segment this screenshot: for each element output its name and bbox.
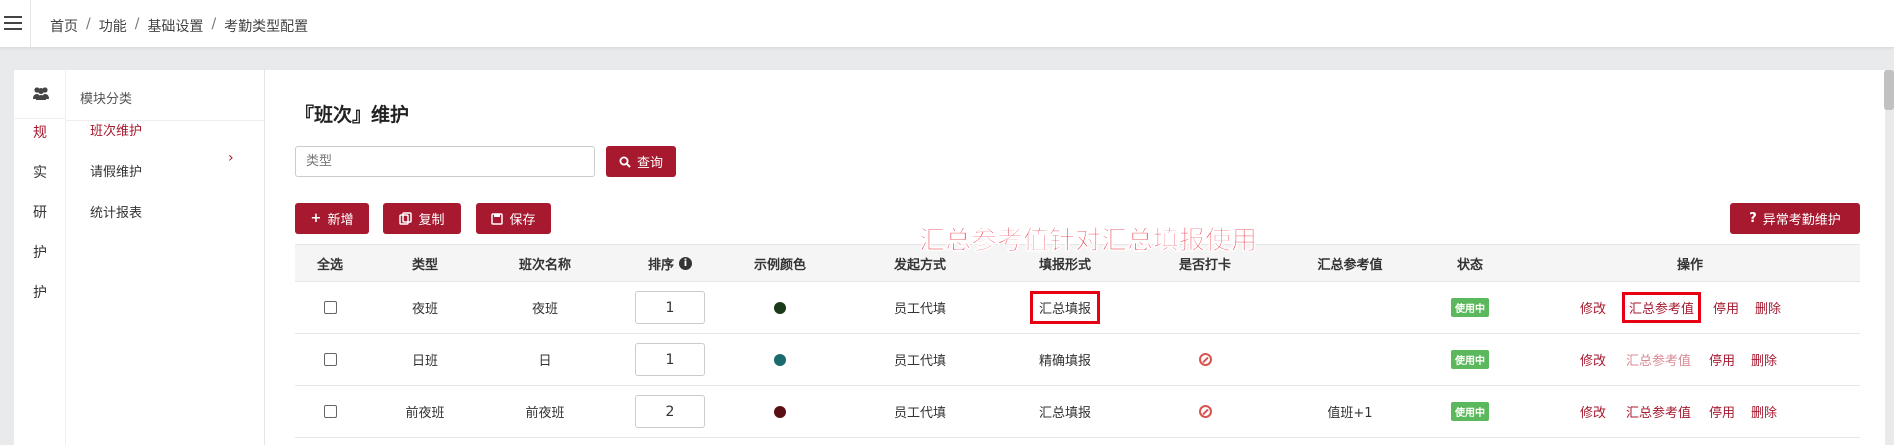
rail-item-3[interactable]: 研 [14,202,66,222]
summary-ref-link[interactable]: 汇总参考值 [1626,402,1691,421]
order-input[interactable] [635,343,705,376]
col-order: 排序 i [615,245,725,281]
cell-type: 日班 [411,354,438,369]
order-input[interactable] [635,291,705,324]
col-ref: 汇总参考值 [1317,257,1383,273]
disable-link[interactable]: 停用 [1713,298,1739,317]
abnormal-label: 异常考勤维护 [1762,213,1841,228]
forbid-icon [1198,405,1212,418]
row-actions: 修改 汇总参考值 停用 删除 [1520,334,1860,385]
save-icon [491,212,504,225]
add-button[interactable]: + 新增 [295,203,369,234]
submenu-header: 模块分类 [80,92,133,107]
cell-name: 日 [538,354,552,369]
col-color: 示例颜色 [753,257,806,273]
table-row: 日班 日 员工代填 精确填报 使用中 修改 汇总参考值 停用 删除 [295,334,1860,386]
disable-link[interactable]: 停用 [1709,350,1735,369]
disable-link[interactable]: 停用 [1709,402,1735,421]
col-type: 类型 [411,257,438,273]
cell-fill: 汇总填报 [1029,291,1100,324]
row-checkbox[interactable] [323,353,337,366]
submenu-item-leave[interactable]: 请假维护 [90,161,142,180]
query-label: 查询 [636,156,663,171]
info-icon[interactable]: i [679,256,692,270]
copy-icon [399,212,413,225]
edit-link[interactable]: 修改 [1580,298,1606,317]
summary-ref-link[interactable]: 汇总参考值 [1626,350,1691,369]
cell-fill: 精确填报 [1038,354,1091,369]
cell-ref: 值班+1 [1327,406,1373,421]
breadcrumb-home[interactable]: 首页 [50,16,78,36]
query-button[interactable]: 查询 [606,146,676,177]
copy-button[interactable]: 复制 [383,203,461,234]
status-badge: 使用中 [1451,350,1489,369]
cell-initiate: 员工代填 [893,406,946,421]
edit-link[interactable]: 修改 [1580,402,1606,421]
forbid-icon [1198,353,1212,366]
cell-type: 前夜班 [405,406,445,421]
rail-item-2[interactable]: 实 [14,162,66,182]
delete-link[interactable]: 删除 [1751,350,1777,369]
add-label: 新增 [327,213,354,228]
cell-fill: 汇总填报 [1038,406,1091,421]
order-input[interactable] [635,395,705,428]
summary-ref-link[interactable]: 汇总参考值 [1622,292,1702,323]
table-row: 夜班 夜班 员工代填 汇总填报 使用中 修改 汇总参考值 停用 删除 [295,282,1860,334]
module-rail: 规 实 研 护 护 [14,70,66,445]
menu-icon[interactable] [4,16,22,30]
plus-icon: + [310,211,322,226]
edit-link[interactable]: 修改 [1580,350,1606,369]
row-actions: 修改 汇总参考值 停用 删除 [1520,386,1860,437]
cell-name: 前夜班 [525,406,565,421]
col-name: 班次名称 [518,257,571,273]
breadcrumb-current: 考勤类型配置 [224,19,309,35]
color-dot [774,353,786,366]
color-dot [774,301,786,314]
col-select-all[interactable]: 全选 [295,245,365,281]
chevron-right-icon: › [228,150,234,166]
row-checkbox[interactable] [323,405,337,418]
shift-table: 全选 类型 班次名称 排序 i 示例颜色 发起方式 填报形式 是否打卡 汇总参考值… [295,244,1860,438]
submenu: 模块分类 班次维护 › 请假维护 统计报表 [66,70,265,445]
search-input[interactable] [295,146,595,177]
cell-initiate: 员工代填 [893,302,946,317]
cell-initiate: 员工代填 [893,354,946,369]
rail-item-4[interactable]: 护 [14,242,66,262]
col-status: 状态 [1456,257,1483,273]
main-panel: 『班次』维护 查询 + 新增 复制 保存 ? 异常考勤维护 全选 类型 班次名称… [265,70,1885,445]
table-row: 前夜班 前夜班 员工代填 汇总填报 值班+1 使用中 修改 汇总参考值 停用 删… [295,386,1860,438]
cell-type: 夜班 [411,302,438,317]
save-button[interactable]: 保存 [476,203,551,234]
status-badge: 使用中 [1451,298,1489,317]
breadcrumb: 首页 / 功能 / 基础设置 / 考勤类型配置 [50,16,309,36]
row-checkbox[interactable] [323,301,337,314]
color-dot [774,405,786,418]
copy-label: 复制 [418,213,445,228]
question-icon: ? [1749,211,1757,226]
scrollbar[interactable] [1884,70,1894,110]
col-ops: 操作 [1676,257,1703,273]
cell-name: 夜班 [531,302,558,317]
abnormal-attendance-button[interactable]: ? 异常考勤维护 [1730,203,1860,234]
submenu-item-report[interactable]: 统计报表 [90,202,142,221]
rail-item-1[interactable]: 规 [14,122,66,142]
rail-item-5[interactable]: 护 [14,282,66,302]
delete-link[interactable]: 删除 [1755,298,1781,317]
search-icon [619,156,631,168]
divider [30,0,31,48]
delete-link[interactable]: 删除 [1751,402,1777,421]
annotation-text: 汇总参考值针对汇总填报使用 [919,226,1258,257]
breadcrumb-function[interactable]: 功能 [99,16,127,36]
status-badge: 使用中 [1451,402,1489,421]
save-label: 保存 [509,213,536,228]
users-icon [33,87,49,100]
page-title: 『班次』维护 [295,104,410,126]
row-actions: 修改 汇总参考值 停用 删除 [1520,282,1860,333]
top-bar: 首页 / 功能 / 基础设置 / 考勤类型配置 [0,0,1894,48]
submenu-item-shift[interactable]: 班次维护 [90,120,142,139]
breadcrumb-basic-settings[interactable]: 基础设置 [147,16,203,36]
